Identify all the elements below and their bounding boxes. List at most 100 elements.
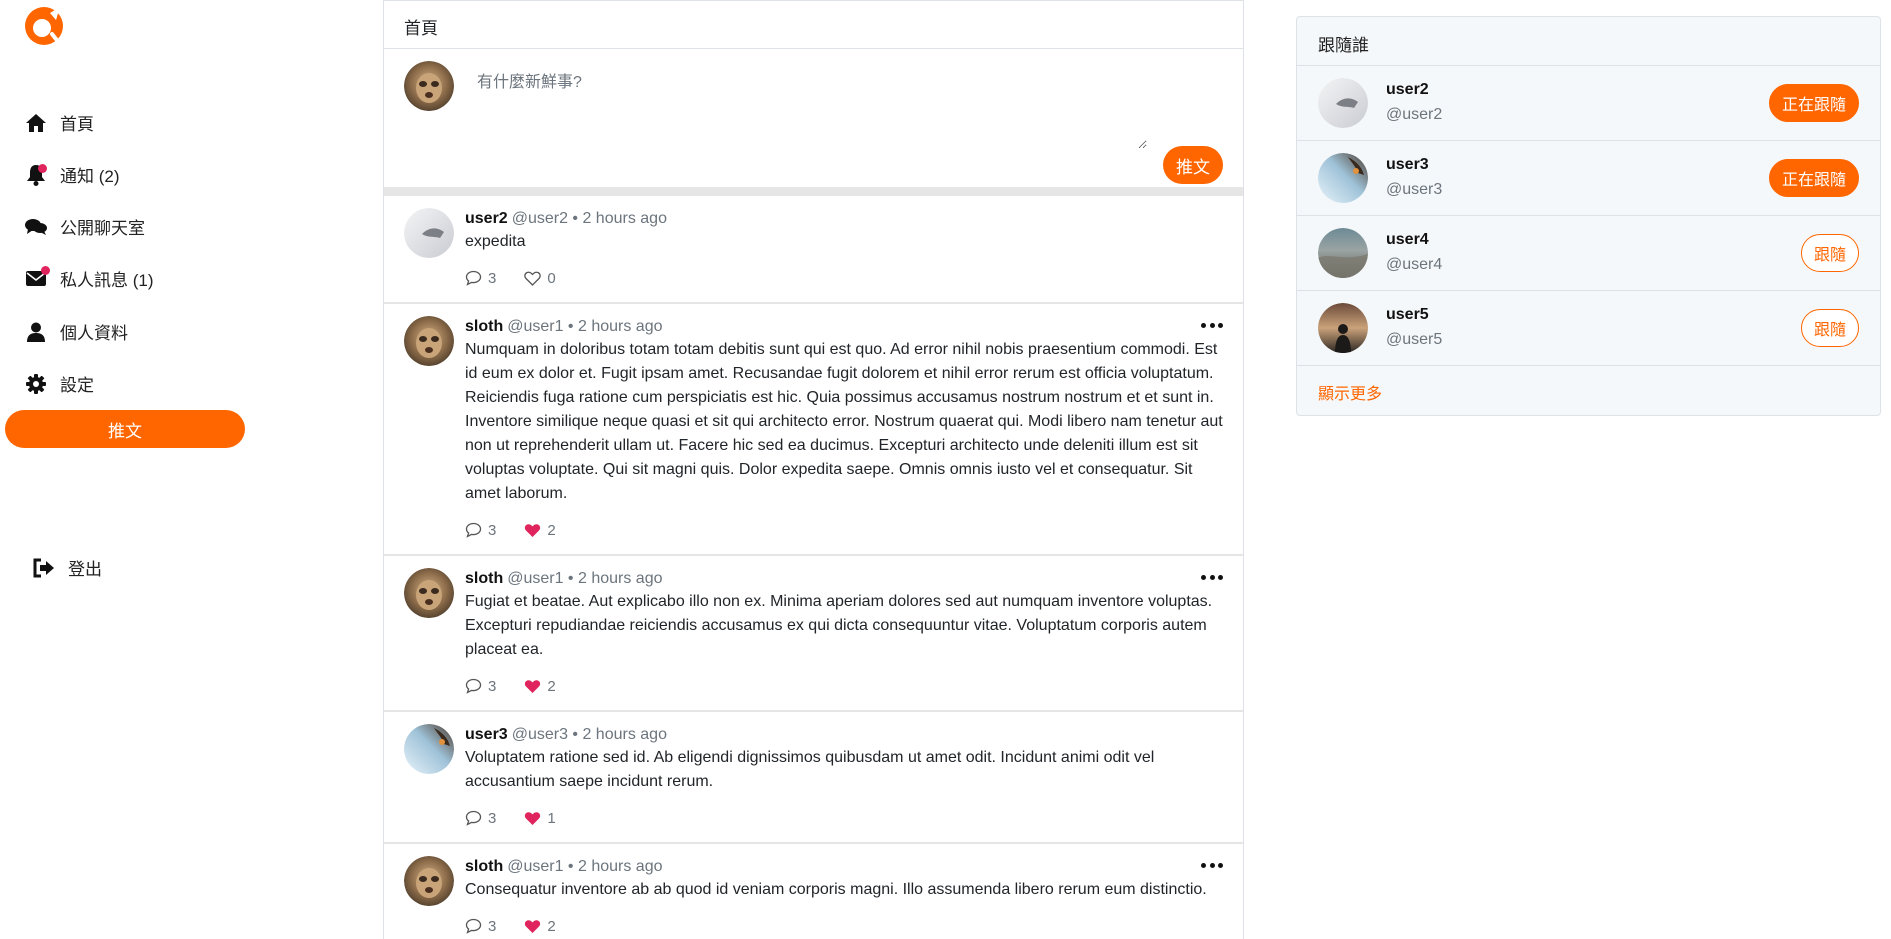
- reply-count: 3: [488, 917, 497, 935]
- post-meta: @user2 • 2 hours ago: [511, 210, 667, 227]
- heart-filled-icon: [525, 919, 541, 933]
- follow-button[interactable]: 跟隨: [1800, 309, 1859, 347]
- sidebar: 首頁 通知 (2) 公開聊天室 私人訊息 (1) 個人資料 設定 推文 登出: [0, 0, 260, 939]
- sidebar-item-profile[interactable]: 個人資料: [24, 319, 128, 344]
- comment-icon: [465, 522, 482, 538]
- reply-count: 3: [488, 677, 497, 695]
- like-count: 2: [547, 521, 556, 539]
- notification-dot: [41, 265, 50, 275]
- sidebar-item-label: 設定: [60, 376, 94, 395]
- sidebar-item-label: 公開聊天室: [60, 219, 145, 238]
- like-button[interactable]: 2: [524, 917, 556, 935]
- sidebar-item-public-chat[interactable]: 公開聊天室: [24, 214, 145, 239]
- more-options-icon[interactable]: [1201, 572, 1223, 582]
- post-meta: @user1 • 2 hours ago: [507, 318, 663, 335]
- post-author[interactable]: user2: [465, 210, 508, 227]
- logout-button[interactable]: 登出: [32, 555, 102, 580]
- compose-tweet-button[interactable]: 推文: [1163, 146, 1223, 184]
- show-more-link[interactable]: 顯示更多: [1297, 366, 1880, 415]
- user-icon: [24, 320, 48, 344]
- main-feed: 首頁 推文 user2@user2 • 2 hours ago expedita…: [383, 0, 1244, 939]
- post: sloth @user1 • 2 hours ago Numquam in dol…: [384, 304, 1243, 556]
- following-button[interactable]: 正在跟隨: [1768, 159, 1859, 197]
- chat-icon: [24, 215, 48, 239]
- follow-username[interactable]: user3: [1386, 156, 1429, 174]
- avatar[interactable]: [1318, 228, 1368, 278]
- reply-button[interactable]: 3: [465, 522, 496, 539]
- follow-username[interactable]: user2: [1386, 81, 1429, 99]
- post-body: Consequatur inventore ab ab quod id veni…: [465, 881, 1207, 898]
- like-button[interactable]: 2: [524, 677, 556, 695]
- home-icon: [24, 111, 48, 135]
- post-author[interactable]: user3: [465, 726, 508, 743]
- sidebar-item-home[interactable]: 首頁: [24, 110, 94, 135]
- post-body: expedita: [465, 233, 526, 250]
- sidebar-item-label: 通知 (2): [60, 167, 120, 186]
- post-author[interactable]: sloth: [465, 858, 503, 875]
- who-to-follow-panel: 跟隨誰 user2 @user2 正在跟隨 user3 @user3 正在跟隨 …: [1296, 16, 1881, 416]
- follow-handle: @user4: [1386, 256, 1443, 273]
- reply-button[interactable]: 3: [465, 678, 496, 695]
- post-meta: @user1 • 2 hours ago: [507, 570, 663, 587]
- avatar[interactable]: [404, 724, 454, 774]
- following-button[interactable]: 正在跟隨: [1768, 84, 1859, 122]
- avatar[interactable]: [1318, 78, 1368, 128]
- app-logo[interactable]: [22, 4, 66, 48]
- like-count: 2: [547, 917, 556, 935]
- follow-handle: @user2: [1386, 106, 1443, 123]
- follow-username[interactable]: user4: [1386, 231, 1429, 249]
- like-button[interactable]: 2: [524, 521, 556, 539]
- post: sloth @user1 • 2 hours ago Consequatur in…: [384, 844, 1243, 939]
- reply-count: 3: [488, 809, 497, 827]
- comment-icon: [465, 918, 482, 934]
- bell-icon: [24, 163, 48, 187]
- avatar[interactable]: [404, 61, 454, 111]
- more-options-icon[interactable]: [1201, 320, 1223, 330]
- follow-suggestion: user3 @user3 正在跟隨: [1297, 141, 1880, 216]
- follow-suggestion: user5 @user5 跟隨: [1297, 291, 1880, 366]
- follow-handle: @user3: [1386, 181, 1443, 198]
- sidebar-item-label: 個人資料: [60, 324, 128, 343]
- avatar[interactable]: [404, 856, 454, 906]
- heart-outline-icon: [524, 271, 542, 286]
- heart-filled-icon: [525, 811, 541, 825]
- sidebar-tweet-button[interactable]: 推文: [5, 410, 245, 448]
- avatar[interactable]: [404, 208, 454, 258]
- heart-filled-icon: [525, 679, 541, 693]
- follow-button[interactable]: 跟隨: [1800, 234, 1859, 272]
- sidebar-item-messages[interactable]: 私人訊息 (1): [24, 265, 154, 291]
- post-meta: @user3 • 2 hours ago: [511, 726, 667, 743]
- sidebar-item-label: 首頁: [60, 115, 94, 134]
- follow-handle: @user5: [1386, 331, 1443, 348]
- post-author[interactable]: sloth: [465, 570, 503, 587]
- sidebar-item-settings[interactable]: 設定: [24, 371, 94, 396]
- post-meta: @user1 • 2 hours ago: [507, 858, 663, 875]
- compose-input[interactable]: [465, 58, 1147, 149]
- reply-button[interactable]: 3: [465, 270, 496, 287]
- sign-out-icon: [32, 556, 56, 580]
- avatar[interactable]: [404, 568, 454, 618]
- reply-count: 3: [488, 521, 497, 539]
- notification-dot: [38, 163, 47, 173]
- reply-button[interactable]: 3: [465, 810, 496, 827]
- avatar[interactable]: [404, 316, 454, 366]
- follow-suggestion: user2 @user2 正在跟隨: [1297, 66, 1880, 141]
- page-title: 首頁: [384, 0, 1243, 49]
- post-body: Fugiat et beatae. Aut explicabo illo non…: [465, 593, 1213, 658]
- post: user3 @user3 • 2 hours ago Voluptatem rat…: [384, 712, 1243, 844]
- avatar[interactable]: [1318, 153, 1368, 203]
- like-count: 2: [547, 677, 556, 695]
- more-options-icon[interactable]: [1201, 860, 1223, 870]
- avatar[interactable]: [1318, 303, 1368, 353]
- follow-username[interactable]: user5: [1386, 306, 1429, 324]
- sidebar-item-label: 私人訊息 (1): [60, 271, 154, 290]
- heart-filled-icon: [525, 523, 541, 537]
- post-body: Voluptatem ratione sed id. Ab eligendi d…: [465, 749, 1155, 790]
- like-button[interactable]: 0: [524, 269, 556, 287]
- comment-icon: [465, 270, 482, 286]
- like-count: 0: [547, 269, 556, 287]
- reply-button[interactable]: 3: [465, 918, 496, 935]
- like-button[interactable]: 1: [524, 810, 556, 827]
- post-author[interactable]: sloth: [465, 318, 503, 335]
- sidebar-item-notifications[interactable]: 通知 (2): [24, 162, 120, 187]
